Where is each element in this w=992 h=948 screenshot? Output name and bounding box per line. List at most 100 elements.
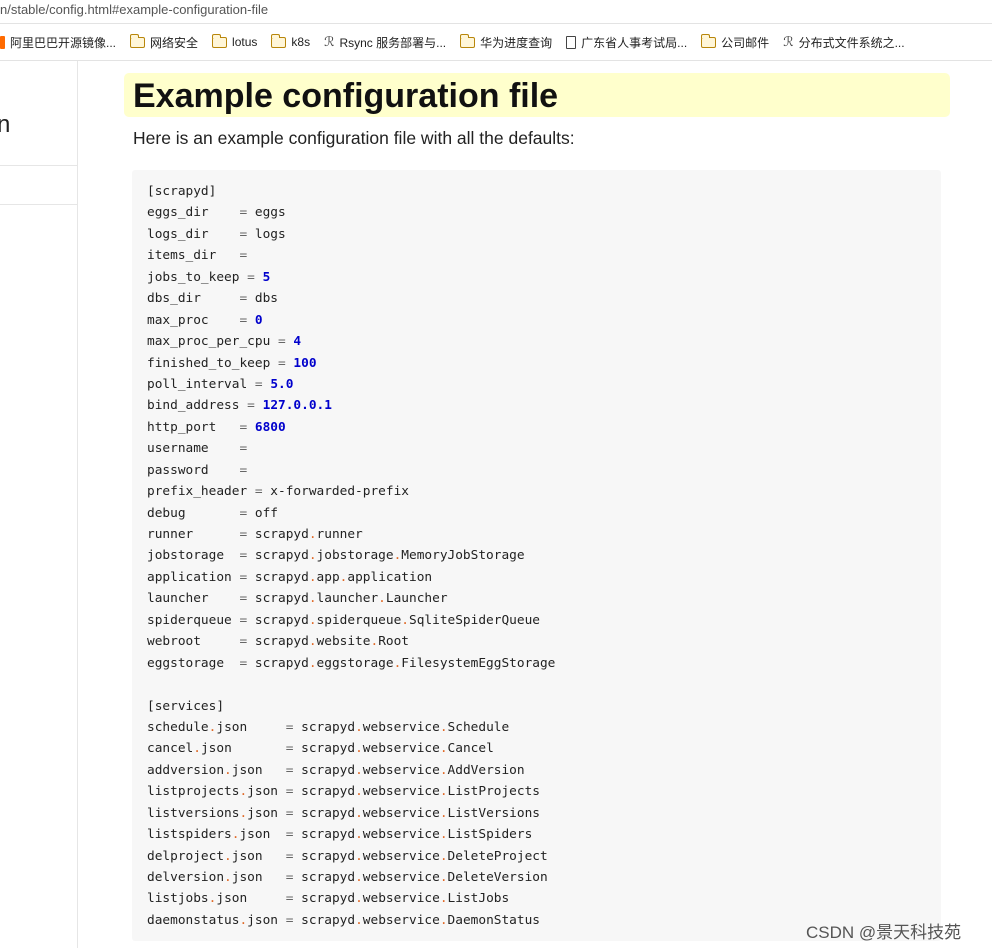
code-token: finished_to_keep [147, 355, 278, 371]
bookmark-item[interactable]: 公司邮件 [700, 33, 769, 51]
code-token: off [247, 505, 278, 521]
code-token: scrapyd [247, 548, 309, 564]
code-token: . [239, 912, 248, 928]
code-token: webservice [362, 912, 440, 928]
bookmark-label: 阿里巴巴开源镜像... [10, 35, 117, 50]
code-token: 100 [293, 355, 317, 371]
code-token: . [401, 612, 409, 628]
bookmark-item[interactable]: 广东省人事考试局... [566, 34, 687, 51]
code-token: Schedule [447, 719, 510, 735]
code-token: = [239, 569, 248, 585]
bookmark-label: k8s [291, 35, 311, 49]
code-token: Root [378, 634, 410, 650]
code-token: = [239, 527, 248, 542]
code-token: eggs_dir [147, 205, 240, 221]
code-token: . [439, 741, 448, 757]
code-line: bind_address = 127.0.0.1 [147, 395, 941, 416]
code-token: [services] [147, 698, 225, 714]
watermark: CSDN @景天科技苑 [806, 923, 962, 942]
code-token: = [277, 334, 286, 350]
code-token: scrapyd [293, 805, 356, 821]
code-token: . [378, 591, 386, 607]
code-token: max_proc [147, 312, 240, 328]
sidebar-title-fragment: n [0, 111, 11, 138]
code-token: json [200, 741, 286, 757]
code-token: ListProjects [447, 784, 540, 800]
code-token: . [439, 827, 448, 843]
code-token: webservice [362, 719, 440, 735]
code-line: launcher = scrapyd.launcher.Launcher [147, 588, 941, 609]
code-content: [scrapyd] eggs_dir = eggs logs_dir = logs i… [147, 181, 941, 931]
folder-icon [270, 33, 287, 48]
code-token: spiderqueue [316, 612, 402, 628]
code-token: = [239, 612, 248, 628]
bookmark-item[interactable]: lotus [211, 33, 257, 49]
code-token: = [239, 441, 248, 457]
bookmark-label: 分布式文件系统之... [798, 35, 905, 50]
code-token: logs [247, 226, 286, 242]
code-token: json [216, 719, 286, 735]
code-token: = [239, 548, 248, 564]
code-token: . [355, 741, 363, 757]
code-token: listprojects [147, 784, 240, 800]
code-token: 0 [254, 312, 263, 328]
bookmark-label: 网络安全 [150, 35, 199, 50]
code-token: website [316, 634, 371, 650]
code-token: scrapyd [293, 827, 356, 843]
code-token: scrapyd [247, 655, 309, 671]
bookmark-item[interactable]: 阿里巴巴开源镜像... [0, 34, 116, 51]
code-token: . [308, 655, 317, 671]
code-line: cancel.json = scrapyd.webservice.Cancel [147, 738, 941, 759]
code-token: dbs_dir [147, 291, 240, 307]
sidebar-divider [0, 204, 78, 205]
code-token: [scrapyd] [147, 184, 217, 199]
code-token: = [247, 269, 255, 285]
address-bar[interactable]: n/stable/config.html#example-configurati… [0, 0, 992, 24]
code-token: = [254, 484, 263, 500]
bookmark-item[interactable]: 华为进度查询 [459, 33, 552, 51]
url-text: n/stable/config.html#example-configurati… [0, 2, 269, 17]
code-token: schedule [147, 719, 209, 735]
code-token: username [147, 441, 240, 457]
code-token: scrapyd [247, 591, 309, 607]
bookmark-label: 广东省人事考试局... [581, 35, 688, 50]
bookmark-item[interactable]: ℛ Rsync 服务部署与... [324, 34, 446, 51]
code-token: ListSpiders [447, 827, 533, 843]
code-token: application [347, 569, 433, 585]
folder-icon [129, 33, 146, 48]
code-token: FilesystemEggStorage [401, 655, 556, 671]
code-token: cancel [147, 741, 194, 757]
code-token: json [247, 805, 286, 821]
alibaba-icon [0, 35, 5, 49]
code-token: DeleteProject [447, 848, 548, 864]
bookmark-item[interactable]: k8s [270, 33, 311, 49]
code-token: . [439, 719, 448, 735]
code-token: . [439, 891, 448, 907]
code-line: delproject.json = scrapyd.webservice.Del… [147, 846, 941, 867]
code-token: MemoryJobStorage [401, 548, 525, 564]
code-line: username = [147, 438, 941, 459]
code-token: 5.0 [270, 376, 294, 392]
code-block: [scrapyd] eggs_dir = eggs logs_dir = logs i… [132, 170, 941, 941]
code-token: delversion [147, 870, 225, 885]
code-line: password = [147, 460, 941, 481]
sidebar-divider [0, 165, 78, 166]
bookmark-item[interactable]: 网络安全 [129, 33, 199, 51]
code-token: webservice [362, 805, 440, 821]
code-token: webservice [362, 848, 440, 864]
code-token: . [239, 784, 248, 800]
bookmark-item[interactable]: ℛ 分布式文件系统之... [783, 34, 904, 51]
code-token: 6800 [254, 419, 286, 435]
code-token: password [147, 462, 240, 478]
code-line: prefix_header = x-forwarded-prefix [147, 481, 941, 502]
code-line: delversion.json = scrapyd.webservice.Del… [147, 867, 941, 888]
code-token: = [239, 419, 248, 435]
code-token: eggs [247, 205, 286, 221]
code-token: 5 [262, 269, 271, 285]
code-token: application [147, 569, 240, 585]
code-line: listjobs.json = scrapyd.webservice.ListJ… [147, 888, 941, 909]
code-token: = [239, 291, 248, 307]
code-token: app [316, 569, 340, 585]
code-token: = [254, 376, 263, 392]
